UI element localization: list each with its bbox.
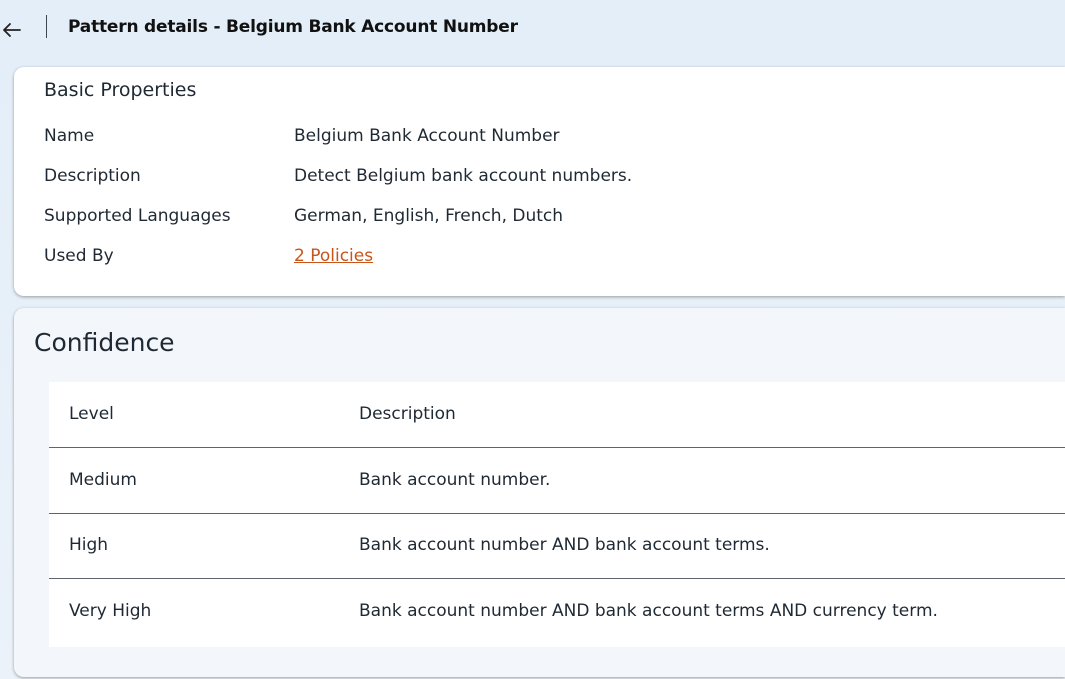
property-label: Supported Languages xyxy=(44,206,231,226)
level-cell: Medium xyxy=(69,470,137,490)
description-cell: Bank account number AND bank account ter… xyxy=(359,535,770,555)
back-button[interactable] xyxy=(0,17,24,43)
property-value: Detect Belgium bank account numbers. xyxy=(294,166,633,186)
page-header: Pattern details - Belgium Bank Account N… xyxy=(0,0,1065,56)
header-divider xyxy=(46,15,47,38)
basic-properties-title: Basic Properties xyxy=(44,79,197,101)
description-cell: Bank account number AND bank account ter… xyxy=(359,601,938,621)
property-label: Description xyxy=(44,166,141,186)
table-row: Medium Bank account number. xyxy=(49,448,1065,514)
confidence-table: Level Description Medium Bank account nu… xyxy=(49,382,1065,647)
confidence-title: Confidence xyxy=(34,328,175,357)
page-title: Pattern details - Belgium Bank Account N… xyxy=(68,17,518,37)
property-value: Belgium Bank Account Number xyxy=(294,126,560,146)
level-cell: High xyxy=(69,535,109,555)
basic-properties-card: Basic Properties Name Belgium Bank Accou… xyxy=(14,67,1065,296)
level-cell: Very High xyxy=(69,601,152,621)
column-header-level: Level xyxy=(69,404,114,424)
property-value: German, English, French, Dutch xyxy=(294,206,564,226)
table-header-row: Level Description xyxy=(49,382,1065,448)
property-label: Name xyxy=(44,126,95,146)
confidence-card: Confidence Level Description Medium Bank… xyxy=(14,308,1065,677)
table-row: Very High Bank account number AND bank a… xyxy=(49,579,1065,644)
column-header-description: Description xyxy=(359,404,456,424)
arrow-left-icon xyxy=(3,23,21,37)
description-cell: Bank account number. xyxy=(359,470,551,490)
used-by-policies-link[interactable]: 2 Policies xyxy=(294,246,373,266)
property-label: Used By xyxy=(44,246,114,266)
table-row: High Bank account number AND bank accoun… xyxy=(49,513,1065,579)
